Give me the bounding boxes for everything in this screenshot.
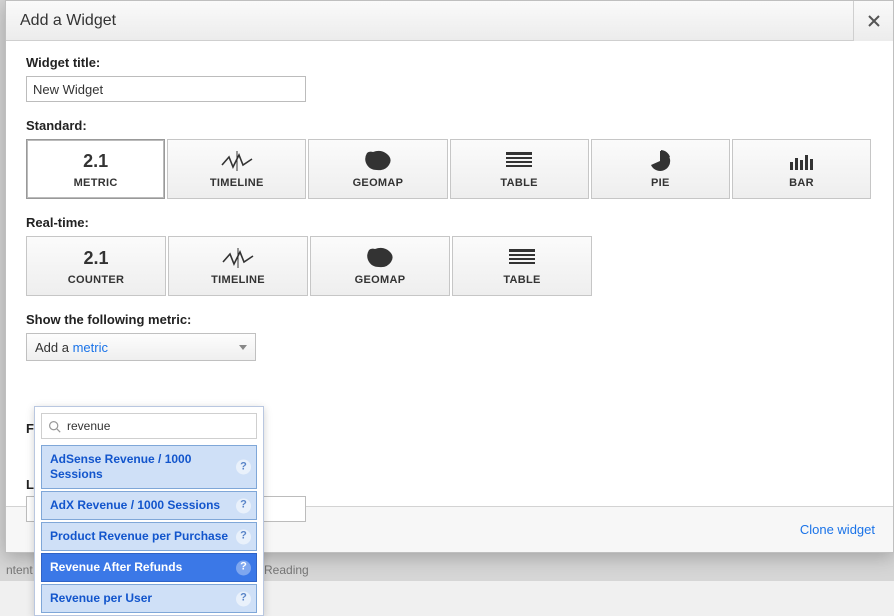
standard-type-geomap[interactable]: GEOMAP bbox=[308, 139, 447, 199]
clone-widget-link[interactable]: Clone widget bbox=[800, 522, 875, 537]
realtime-type-table[interactable]: TABLE bbox=[452, 236, 592, 296]
realtime-type-label: GEOMAP bbox=[355, 274, 406, 286]
standard-type-label: TABLE bbox=[500, 177, 537, 189]
search-icon bbox=[48, 420, 61, 433]
metric-option-label: Product Revenue per Purchase bbox=[50, 529, 228, 543]
metric-search-input[interactable] bbox=[67, 419, 250, 433]
standard-type-label: METRIC bbox=[74, 177, 118, 189]
metric-option[interactable]: AdX Revenue / 1000 Sessions? bbox=[41, 491, 257, 520]
widget-title-input[interactable] bbox=[26, 76, 306, 102]
realtime-type-timeline[interactable]: TIMELINE bbox=[168, 236, 308, 296]
metric-option-label: AdX Revenue / 1000 Sessions bbox=[50, 498, 220, 512]
show-metric-label: Show the following metric: bbox=[26, 312, 873, 327]
metric-option-label: Revenue After Refunds bbox=[50, 560, 182, 574]
metric-dropdown-panel: AdSense Revenue / 1000 Sessions?AdX Reve… bbox=[34, 406, 264, 616]
standard-type-label: PIE bbox=[651, 177, 670, 189]
metric-option-label: Revenue per User bbox=[50, 591, 152, 605]
standard-section-label: Standard: bbox=[26, 118, 873, 133]
standard-type-label: BAR bbox=[789, 177, 814, 189]
metric-option[interactable]: AdSense Revenue / 1000 Sessions? bbox=[41, 445, 257, 489]
help-icon[interactable]: ? bbox=[236, 498, 251, 513]
standard-type-table[interactable]: TABLE bbox=[450, 139, 589, 199]
add-metric-dropdown[interactable]: Add a metric bbox=[26, 333, 256, 361]
realtime-type-label: TABLE bbox=[503, 274, 540, 286]
widget-title-label: Widget title: bbox=[26, 55, 873, 70]
standard-type-timeline[interactable]: TIMELINE bbox=[167, 139, 306, 199]
metric-option[interactable]: Product Revenue per Purchase? bbox=[41, 522, 257, 551]
realtime-type-label: TIMELINE bbox=[211, 274, 265, 286]
background-text-fragment: Reading bbox=[258, 559, 315, 581]
standard-type-label: TIMELINE bbox=[210, 177, 264, 189]
add-metric-dropdown-text: Add a metric bbox=[35, 340, 108, 355]
realtime-type-label: COUNTER bbox=[68, 274, 125, 286]
truncated-label: F bbox=[26, 421, 34, 436]
metric-option[interactable]: Revenue per User? bbox=[41, 584, 257, 613]
realtime-type-counter[interactable]: 2.1COUNTER bbox=[26, 236, 166, 296]
help-icon[interactable]: ? bbox=[236, 560, 251, 575]
background-text-fragment: ntent bbox=[0, 559, 39, 581]
close-button[interactable] bbox=[853, 1, 893, 41]
metric-option-label: AdSense Revenue / 1000 Sessions bbox=[50, 452, 191, 481]
metric-option[interactable]: Revenue After Refunds? bbox=[41, 553, 257, 582]
standard-type-pie[interactable]: PIE bbox=[591, 139, 730, 199]
close-icon bbox=[867, 14, 881, 28]
chevron-down-icon bbox=[239, 345, 247, 350]
modal-title: Add a Widget bbox=[20, 12, 116, 30]
help-icon[interactable]: ? bbox=[236, 529, 251, 544]
truncated-label: L bbox=[26, 477, 34, 492]
standard-type-bar[interactable]: BAR bbox=[732, 139, 871, 199]
modal-header: Add a Widget bbox=[6, 1, 893, 41]
add-widget-modal: Add a Widget Widget title: Standard: 2.1… bbox=[5, 0, 894, 553]
standard-type-label: GEOMAP bbox=[353, 177, 404, 189]
realtime-section-label: Real-time: bbox=[26, 215, 873, 230]
metric-search-box[interactable] bbox=[41, 413, 257, 439]
realtime-type-geomap[interactable]: GEOMAP bbox=[310, 236, 450, 296]
help-icon[interactable]: ? bbox=[236, 591, 251, 606]
standard-type-metric[interactable]: 2.1METRIC bbox=[26, 139, 165, 199]
help-icon[interactable]: ? bbox=[236, 460, 251, 475]
